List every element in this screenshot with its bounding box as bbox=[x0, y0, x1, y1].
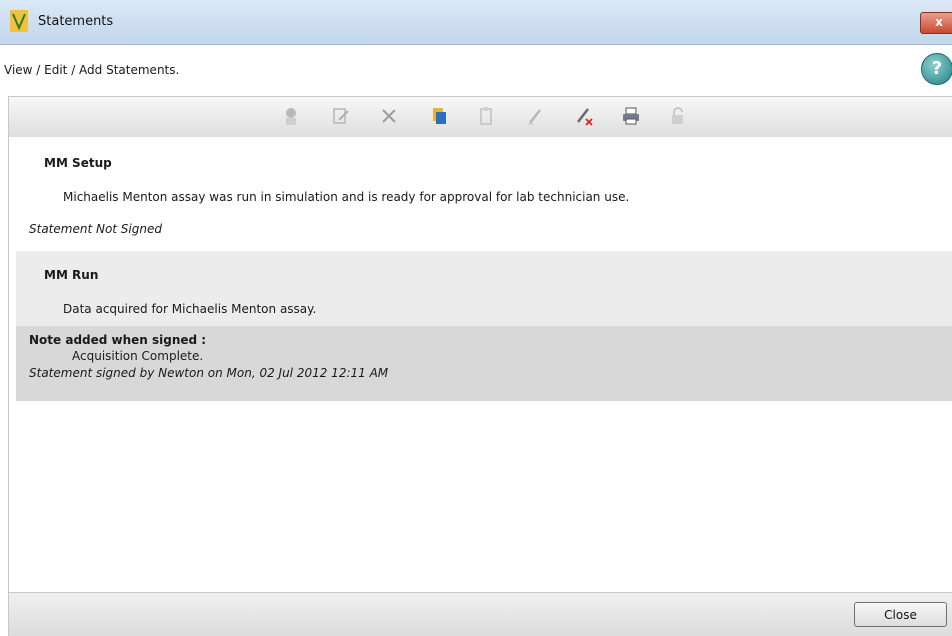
statement-title: MM Run bbox=[44, 268, 99, 282]
delete-icon[interactable] bbox=[378, 105, 400, 127]
signature-note: Note added when signed : Acquisition Com… bbox=[16, 326, 952, 401]
pen-delete-icon[interactable] bbox=[573, 105, 595, 127]
page-header: View / Edit / Add Statements. bbox=[0, 45, 952, 95]
window-close-button[interactable]: x bbox=[920, 12, 952, 34]
statement-toolbar bbox=[8, 96, 952, 138]
title-bar[interactable]: Statements x bbox=[0, 0, 952, 45]
paste-icon[interactable] bbox=[475, 105, 497, 127]
page-subtitle: View / Edit / Add Statements. bbox=[4, 63, 180, 77]
dialog-footer: Close bbox=[8, 592, 952, 636]
unlock-icon[interactable] bbox=[667, 105, 689, 127]
edit-icon[interactable] bbox=[330, 105, 352, 127]
note-text: Acquisition Complete. bbox=[72, 349, 204, 363]
statement-item[interactable]: MM Setup Michaelis Menton assay was run … bbox=[9, 137, 952, 249]
pen-icon[interactable] bbox=[524, 105, 546, 127]
help-icon[interactable]: ? bbox=[921, 53, 952, 85]
note-label: Note added when signed : bbox=[29, 333, 207, 347]
close-button[interactable]: Close bbox=[854, 602, 947, 627]
print-icon[interactable] bbox=[620, 105, 642, 127]
statements-window: Statements x View / Edit / Add Statement… bbox=[0, 0, 952, 636]
statement-item-selected[interactable]: MM Run Data acquired for Michaelis Mento… bbox=[16, 251, 952, 326]
sign-icon[interactable] bbox=[280, 105, 302, 127]
statement-body: Data acquired for Michaelis Menton assay… bbox=[63, 302, 317, 316]
statement-title: MM Setup bbox=[44, 156, 112, 170]
window-title: Statements bbox=[38, 14, 114, 29]
statement-status: Statement signed by Newton on Mon, 02 Ju… bbox=[29, 366, 389, 380]
copy-icon[interactable] bbox=[428, 105, 450, 127]
app-icon bbox=[10, 10, 28, 32]
statement-status: Statement Not Signed bbox=[29, 222, 162, 236]
statement-list: MM Setup Michaelis Menton assay was run … bbox=[8, 137, 952, 592]
statement-body: Michaelis Menton assay was run in simula… bbox=[63, 190, 630, 204]
